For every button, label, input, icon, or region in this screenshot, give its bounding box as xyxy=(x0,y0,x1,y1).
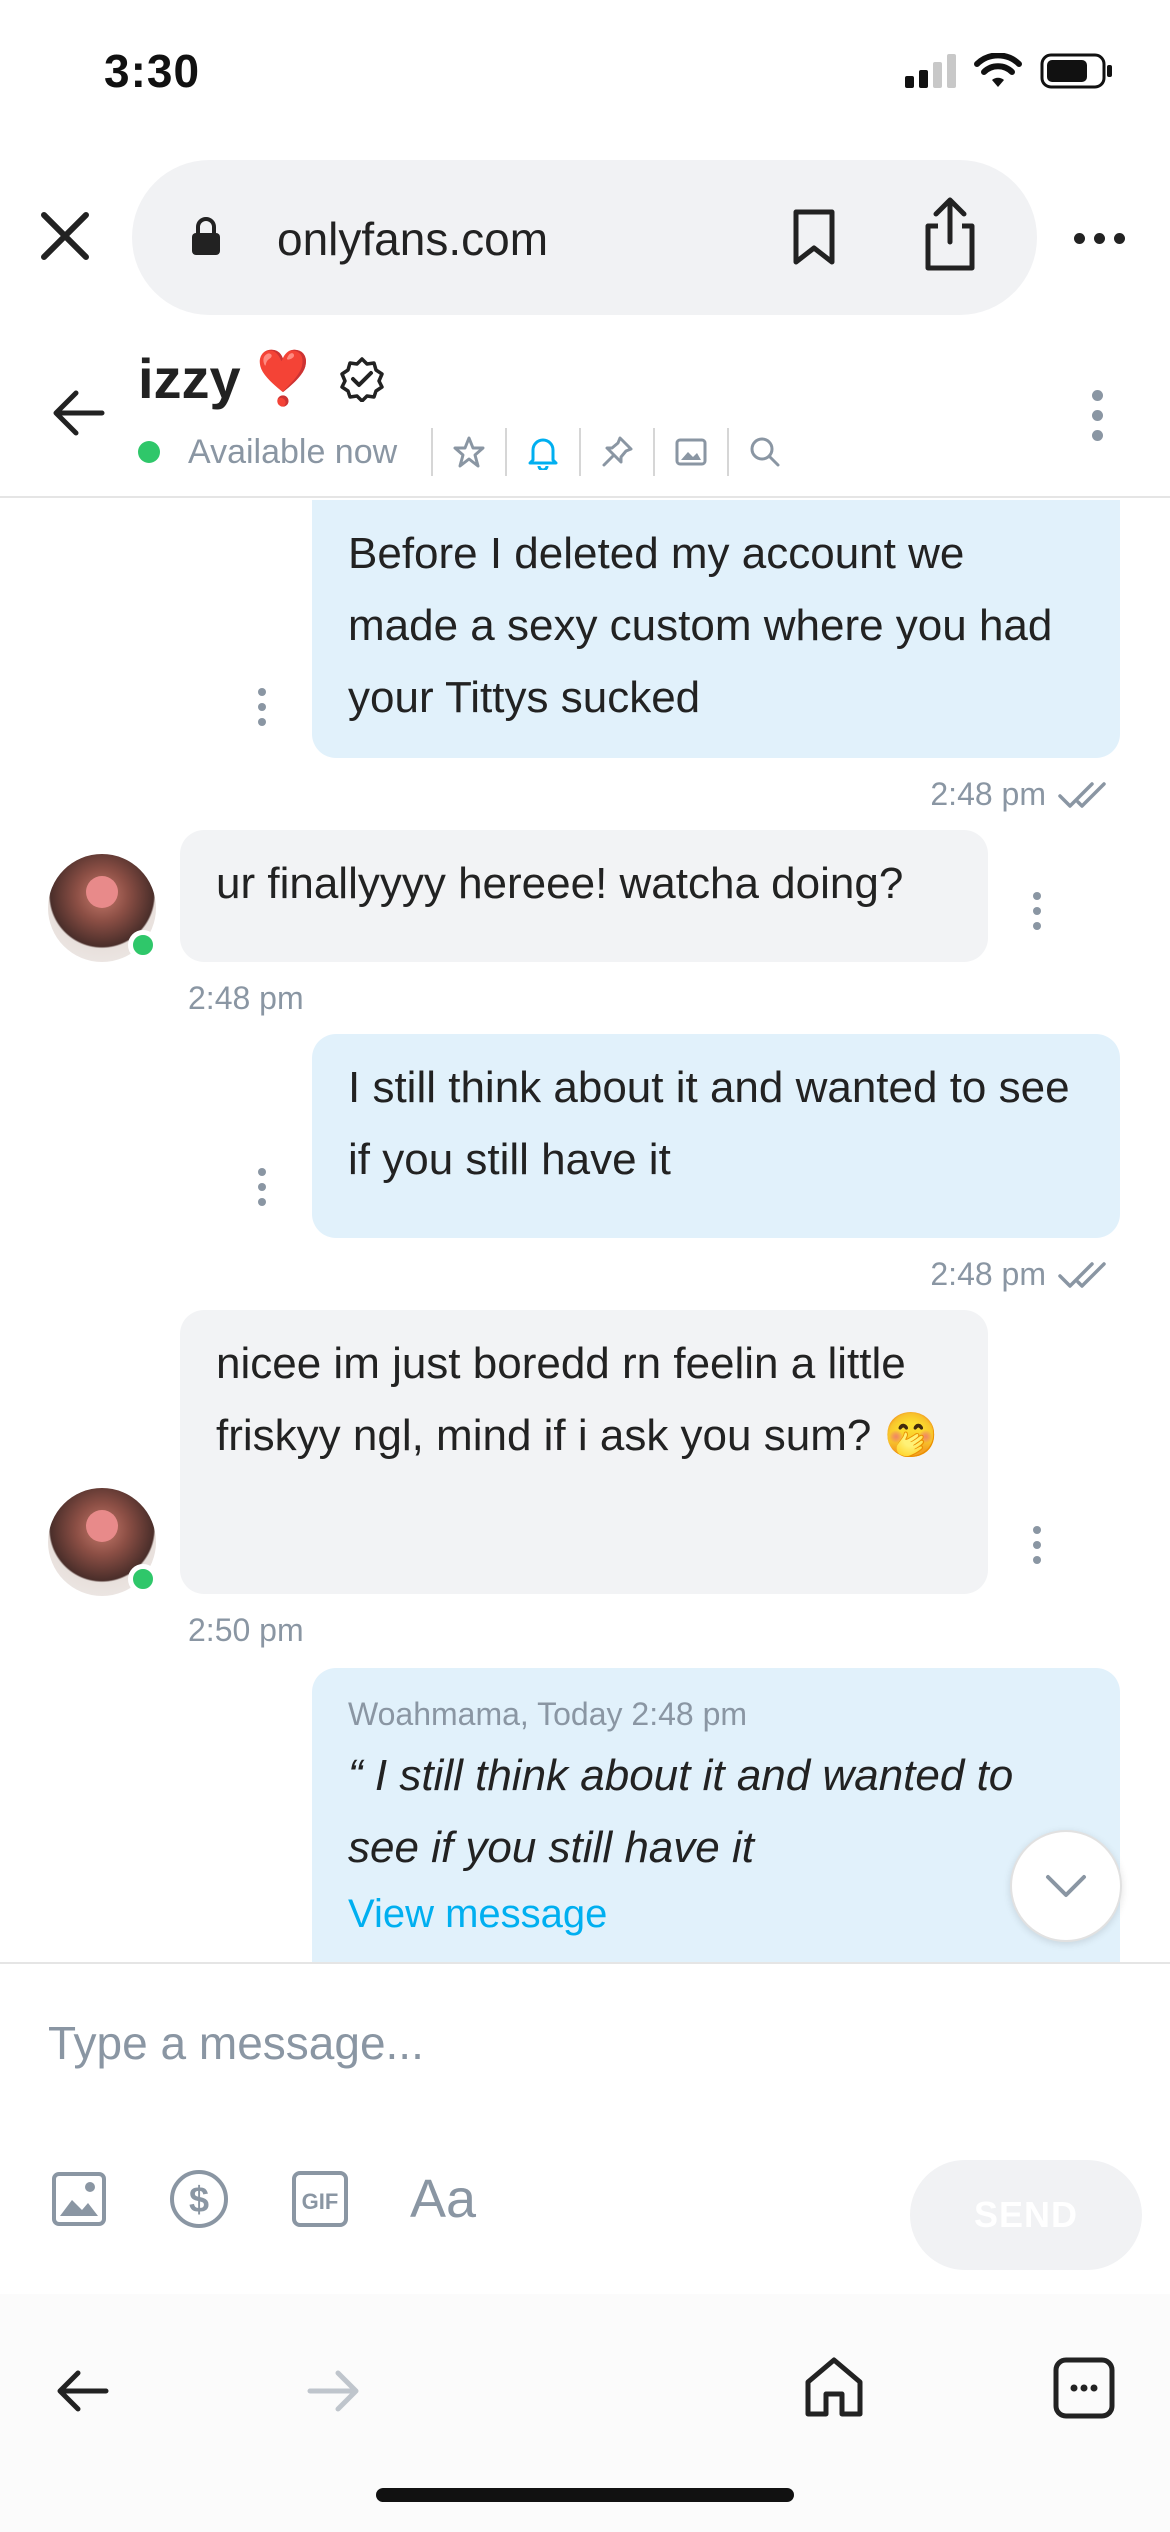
gif-icon[interactable]: GIF xyxy=(290,2169,350,2229)
heart-emoji: ❣️ xyxy=(250,350,316,408)
close-icon[interactable] xyxy=(34,205,96,267)
url-text[interactable]: onlyfans.com xyxy=(277,212,548,266)
message-timestamp: 2:48 pm xyxy=(188,980,304,1016)
composer-tools: $ GIF Aa xyxy=(50,2168,476,2230)
svg-text:GIF: GIF xyxy=(302,2189,339,2214)
status-time: 3:30 xyxy=(104,45,201,97)
browser-more-icon[interactable] xyxy=(1074,233,1125,244)
divider xyxy=(727,428,730,476)
message-options-icon[interactable] xyxy=(1033,892,1041,930)
message-text: I still think about it and wanted to see… xyxy=(348,1063,1070,1184)
message-options-icon[interactable] xyxy=(1033,1526,1041,1564)
chat-subheader: Available now xyxy=(138,428,785,476)
browser-toolbar: onlyfans.com xyxy=(0,155,1170,317)
status-bar: 3:30 xyxy=(0,0,1170,140)
message-text: Before I deleted my account we made a se… xyxy=(348,529,1053,722)
message-bubble-outgoing[interactable]: Before I deleted my account we made a se… xyxy=(312,500,1120,758)
back-arrow-icon[interactable] xyxy=(54,2368,110,2414)
message-options-icon[interactable] xyxy=(258,1168,266,1206)
message-input[interactable] xyxy=(48,2016,948,2070)
chevron-down-icon xyxy=(1046,1875,1086,1897)
home-indicator xyxy=(376,2488,794,2502)
message-bubble-incoming[interactable]: nicee im just boredd rn feelin a little … xyxy=(180,1310,988,1594)
divider xyxy=(505,428,508,476)
bell-icon[interactable] xyxy=(523,432,563,472)
bookmark-icon[interactable] xyxy=(792,208,836,266)
back-arrow-icon[interactable] xyxy=(50,388,106,438)
battery-icon xyxy=(1040,53,1112,89)
search-icon[interactable] xyxy=(745,432,785,472)
image-icon[interactable] xyxy=(671,432,711,472)
scroll-to-bottom-button[interactable] xyxy=(1010,1830,1122,1942)
avatar[interactable] xyxy=(48,1488,158,1596)
message-bubble-outgoing[interactable]: I still think about it and wanted to see… xyxy=(312,1034,1120,1238)
pin-icon[interactable] xyxy=(597,432,637,472)
contact-name[interactable]: izzy xyxy=(138,346,241,411)
wifi-icon xyxy=(974,53,1022,87)
forward-arrow-icon[interactable] xyxy=(306,2368,362,2414)
divider xyxy=(653,428,656,476)
message-bubble-outgoing-reply[interactable]: Woahmama, Today 2:48 pm “ I still think … xyxy=(312,1668,1120,1962)
divider xyxy=(431,428,434,476)
send-button[interactable]: SEND xyxy=(910,2160,1142,2270)
chat-header: izzy ❣️ Available now xyxy=(0,340,1170,498)
quoted-message-text: “ I still think about it and wanted to s… xyxy=(348,1751,1014,1872)
lock-icon xyxy=(192,217,220,255)
chat-title[interactable]: izzy ❣️ xyxy=(138,346,385,411)
message-timestamp: 2:48 pm xyxy=(930,1256,1114,1293)
availability-status: Available now xyxy=(188,432,398,471)
online-indicator xyxy=(138,441,160,463)
double-check-icon xyxy=(1058,1261,1106,1288)
message-text: ur finallyyyy hereee! watcha doing? xyxy=(216,859,904,908)
text-format-button[interactable]: Aa xyxy=(410,2168,476,2230)
home-icon[interactable] xyxy=(802,2354,866,2420)
quote-meta: Woahmama, Today 2:48 pm xyxy=(348,1696,748,1732)
message-bubble-incoming[interactable]: ur finallyyyy hereee! watcha doing? xyxy=(180,830,988,962)
online-indicator xyxy=(128,930,158,960)
divider xyxy=(579,428,582,476)
view-message-link[interactable]: View message xyxy=(348,1884,1084,1944)
signal-icon xyxy=(905,54,956,88)
message-options-icon[interactable] xyxy=(258,688,266,726)
message-list[interactable]: Before I deleted my account we made a se… xyxy=(0,500,1170,1962)
star-icon[interactable] xyxy=(449,432,489,472)
address-bar[interactable]: onlyfans.com xyxy=(132,160,1037,315)
message-timestamp: 2:50 pm xyxy=(188,1612,304,1648)
gallery-icon[interactable] xyxy=(50,2170,108,2228)
tabs-icon[interactable] xyxy=(1052,2356,1116,2420)
svg-text:$: $ xyxy=(189,2179,209,2220)
avatar[interactable] xyxy=(48,854,158,962)
timestamp-text: 2:48 pm xyxy=(930,776,1046,812)
message-text: nicee im just boredd rn feelin a little … xyxy=(216,1339,939,1460)
more-icon[interactable] xyxy=(1092,390,1103,441)
online-indicator xyxy=(128,1564,158,1594)
double-check-icon xyxy=(1058,781,1106,808)
share-icon[interactable] xyxy=(922,196,978,272)
message-timestamp: 2:48 pm xyxy=(930,776,1114,813)
status-icons xyxy=(905,52,1114,90)
message-composer: $ GIF Aa SEND xyxy=(0,1962,1170,2294)
dollar-icon[interactable]: $ xyxy=(168,2168,230,2230)
verified-icon xyxy=(340,356,385,402)
timestamp-text: 2:48 pm xyxy=(930,1256,1046,1292)
